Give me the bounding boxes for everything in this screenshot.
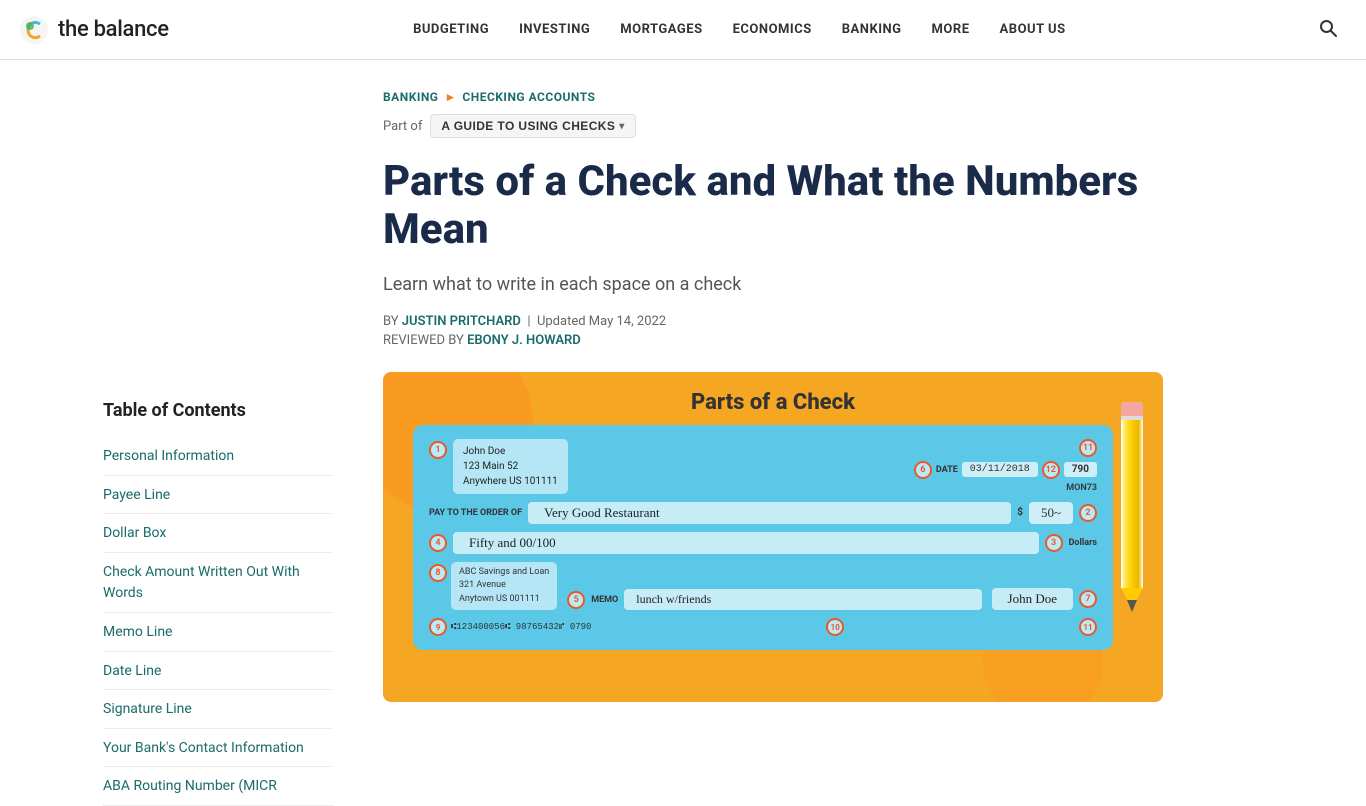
author-link[interactable]: JUSTIN PRITCHARD — [402, 314, 521, 329]
dollar-sign: $ — [1017, 507, 1023, 518]
toc-link-aba[interactable]: ABA Routing Number (MICR — [103, 778, 277, 794]
dollars-label: Dollars — [1069, 538, 1097, 548]
by-label: BY — [383, 314, 399, 329]
article-meta: BY JUSTIN PRITCHARD | Updated May 14, 20… — [383, 314, 1163, 329]
updated-date: Updated May 14, 2022 — [537, 314, 666, 329]
breadcrumb-checking[interactable]: CHECKING ACCOUNTS — [462, 90, 595, 104]
toc-link-memo[interactable]: Memo Line — [103, 624, 172, 640]
toc-link-dollar-box[interactable]: Dollar Box — [103, 525, 166, 541]
number-1: 1 — [435, 445, 440, 455]
bank-name: ABC Savings and Loan — [459, 566, 549, 580]
article-subtitle: Learn what to write in each space on a c… — [383, 271, 1163, 298]
fractional: MON73 — [1066, 483, 1097, 493]
reviewer-link[interactable]: EBONY J. HOWARD — [467, 333, 581, 348]
memo-label: MEMO — [591, 595, 618, 605]
nav-more[interactable]: MORE — [920, 14, 982, 45]
list-item[interactable]: Personal Information — [103, 437, 333, 476]
check-illustration: Parts of a Check 1 John Doe 123 Main 52 … — [383, 372, 1163, 702]
date-value: 03/11/2018 — [962, 462, 1038, 477]
check-name: John Doe — [463, 444, 558, 459]
search-button[interactable] — [1310, 10, 1346, 49]
toc-link-signature[interactable]: Signature Line — [103, 701, 192, 717]
payto-value: Very Good Restaurant — [528, 502, 1011, 524]
toc-title: Table of Contents — [103, 400, 333, 421]
number-6: 6 — [920, 465, 925, 475]
number-11: 11 — [1083, 443, 1093, 453]
number-7: 7 — [1085, 594, 1090, 604]
breadcrumb: BANKING ► CHECKING ACCOUNTS — [383, 90, 1163, 104]
toc-link-check-amount[interactable]: Check Amount Written Out With Words — [103, 564, 300, 602]
check-addr2: Anywhere US 101111 — [463, 474, 558, 489]
list-item[interactable]: Signature Line — [103, 690, 333, 729]
bank-addr1: 321 Avenue — [459, 579, 549, 593]
main-nav: BUDGETING INVESTING MORTGAGES ECONOMICS … — [401, 14, 1078, 45]
check-addr1: 123 Main 52 — [463, 459, 558, 474]
toc-link-date[interactable]: Date Line — [103, 663, 161, 679]
toc-link-personal[interactable]: Personal Information — [103, 448, 234, 464]
article-title: Parts of a Check and What the Numbers Me… — [383, 158, 1163, 255]
number-12: 12 — [1046, 465, 1056, 475]
number-5: 5 — [574, 595, 579, 605]
breadcrumb-arrow-icon: ► — [444, 90, 456, 104]
site-logo[interactable]: the balance — [20, 16, 169, 44]
nav-about-us[interactable]: ABOUT US — [988, 14, 1078, 45]
date-label: DATE — [936, 465, 958, 475]
amount-num: 50~ — [1029, 502, 1073, 524]
check-number: 790 — [1064, 462, 1097, 477]
logo-text: the balance — [58, 17, 169, 42]
memo-value: lunch w/friends — [624, 589, 981, 610]
pencil-decoration — [1121, 402, 1143, 612]
list-item[interactable]: Dollar Box — [103, 514, 333, 553]
number-8: 8 — [435, 568, 440, 578]
guide-badge-text: A GUIDE TO USING CHECKS — [441, 119, 615, 133]
toc-link-bank-contact[interactable]: Your Bank's Contact Information — [103, 740, 304, 756]
micr-line: ⑆123400056⑆ 98765432⑈ 0790 — [451, 622, 591, 632]
part-of-row: Part of A GUIDE TO USING CHECKS ▾ — [383, 114, 1163, 138]
nav-banking[interactable]: BANKING — [830, 14, 914, 45]
nav-economics[interactable]: ECONOMICS — [721, 14, 824, 45]
payto-label: PAY TO THE ORDER OF — [429, 508, 522, 518]
list-item[interactable]: Date Line — [103, 652, 333, 691]
part-of-label: Part of — [383, 119, 422, 134]
list-item[interactable]: Payee Line — [103, 476, 333, 515]
bank-addr2: Anytown US 001111 — [459, 593, 549, 607]
number-2: 2 — [1085, 508, 1090, 518]
list-item[interactable]: Memo Line — [103, 613, 333, 652]
chevron-down-icon: ▾ — [619, 121, 624, 132]
nav-investing[interactable]: INVESTING — [507, 14, 602, 45]
reviewed-by: REVIEWED BY EBONY J. HOWARD — [383, 333, 1163, 348]
reviewed-label: REVIEWED BY — [383, 333, 464, 348]
breadcrumb-banking[interactable]: BANKING — [383, 90, 438, 104]
toc-list: Personal Information Payee Line Dollar B… — [103, 437, 333, 806]
site-header: the balance BUDGETING INVESTING MORTGAGE… — [0, 0, 1366, 60]
list-item[interactable]: ABA Routing Number (MICR — [103, 767, 333, 806]
number-3: 3 — [1051, 538, 1056, 548]
written-amount: Fifty and 00/100 — [453, 532, 1039, 554]
nav-mortgages[interactable]: MORTGAGES — [608, 14, 714, 45]
main-content: BANKING ► CHECKING ACCOUNTS Part of A GU… — [363, 60, 1163, 806]
toc-link-payee[interactable]: Payee Line — [103, 487, 170, 503]
list-item[interactable]: Check Amount Written Out With Words — [103, 553, 333, 613]
guide-badge[interactable]: A GUIDE TO USING CHECKS ▾ — [430, 114, 635, 138]
nav-budgeting[interactable]: BUDGETING — [401, 14, 501, 45]
signature: John Doe — [992, 588, 1073, 610]
table-of-contents: Table of Contents Personal Information P… — [103, 60, 363, 806]
list-item[interactable]: Your Bank's Contact Information — [103, 729, 333, 768]
number-4: 4 — [435, 538, 440, 548]
